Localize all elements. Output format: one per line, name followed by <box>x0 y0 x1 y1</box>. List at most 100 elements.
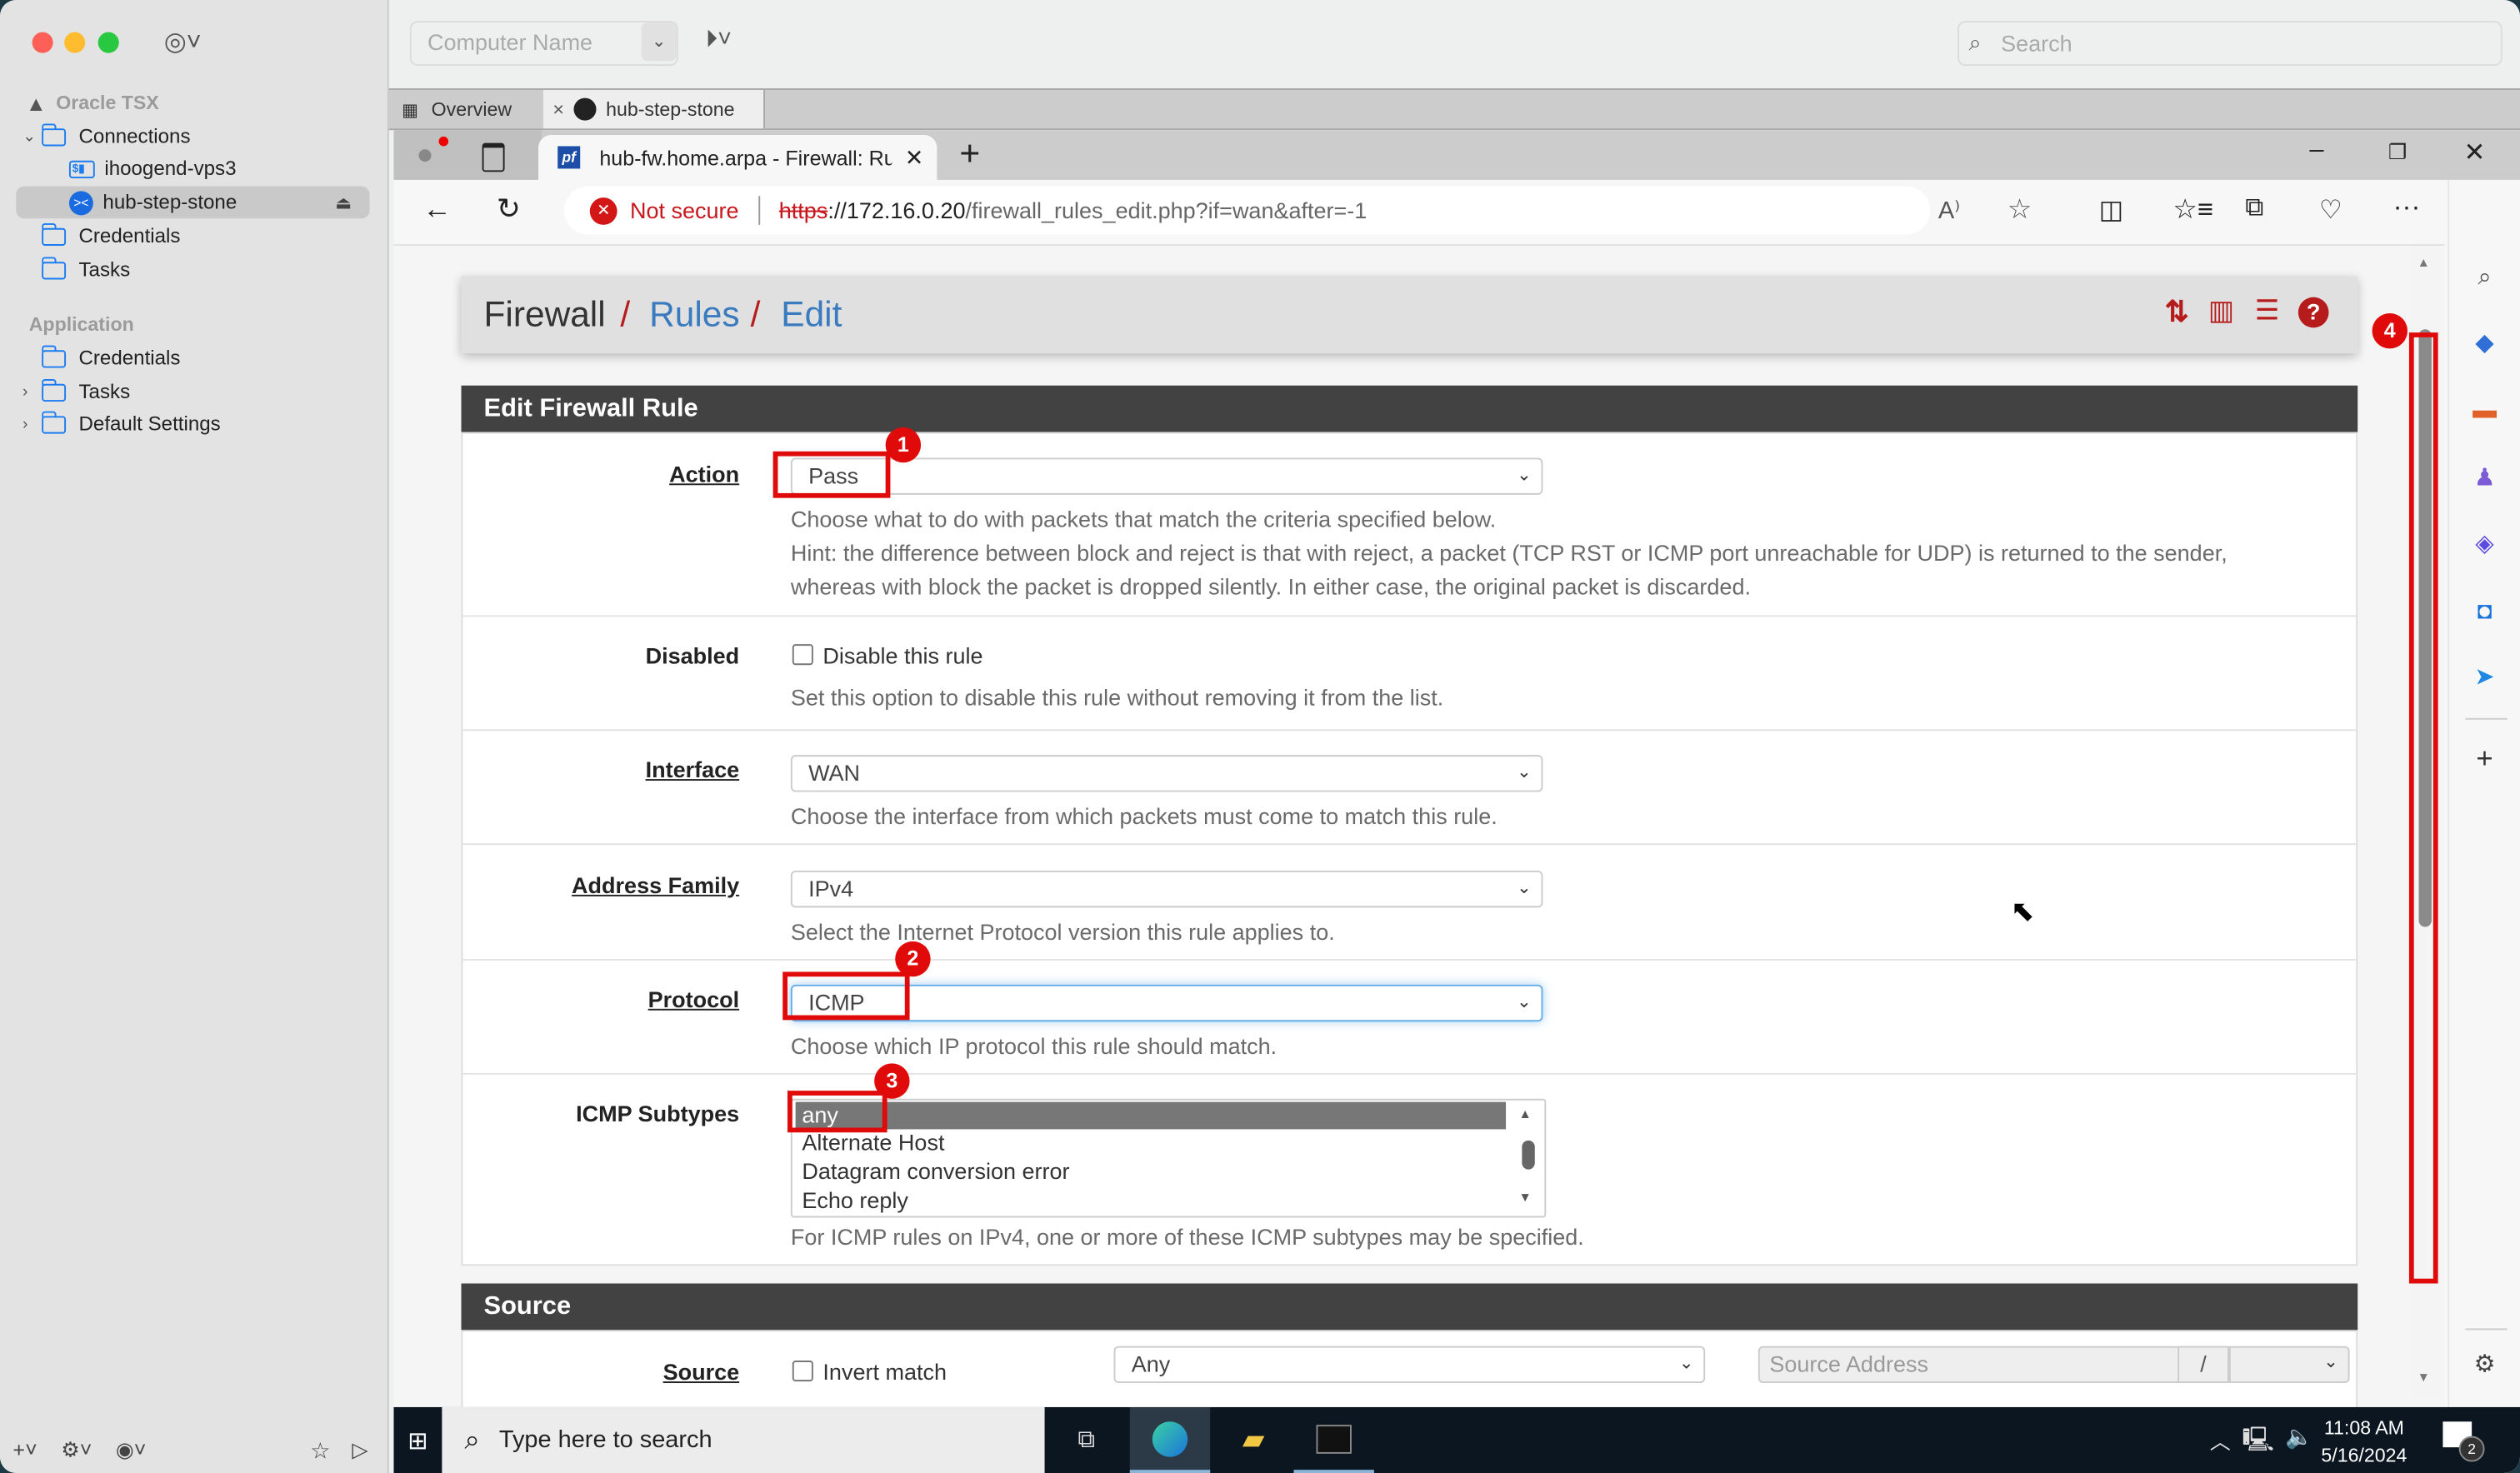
new-tab-button[interactable]: + <box>959 133 980 175</box>
file-explorer-icon[interactable]: ▰ <box>1213 1407 1293 1473</box>
minimize-button[interactable]: – <box>2309 137 2323 166</box>
listbox-scrollbar-thumb[interactable] <box>1522 1140 1535 1170</box>
outlook-icon[interactable]: ◘ <box>2468 596 2501 628</box>
collections-icon[interactable]: ⧉ <box>2245 194 2263 223</box>
source-mask-select[interactable]: ⌄ <box>2228 1346 2350 1384</box>
gear-icon[interactable]: ⚙ <box>2468 1350 2501 1382</box>
volume-muted-icon[interactable]: 🔈 <box>2285 1423 2313 1451</box>
search-icon[interactable]: ⌕ <box>2468 262 2501 294</box>
checkbox[interactable] <box>792 644 813 666</box>
close-window-button[interactable] <box>32 32 53 53</box>
gear-menu-button[interactable]: ⚙˅ <box>61 1438 92 1464</box>
star-icon[interactable]: ☆ <box>310 1438 330 1466</box>
office-icon[interactable]: ◈ <box>2468 528 2501 561</box>
edge-taskbar-icon[interactable] <box>1129 1406 1211 1473</box>
invert-match-checkbox[interactable]: Invert match <box>792 1356 947 1389</box>
back-button[interactable]: ← <box>422 192 452 226</box>
browser-sidebar: ⌕ ◆ ▬ ♟ ◈ ◘ ➤ + ⚙ <box>2448 179 2520 1430</box>
minimize-window-button[interactable] <box>64 32 86 53</box>
send-icon[interactable]: ➤ <box>2468 662 2501 694</box>
close-button[interactable]: ✕ <box>2463 137 2485 169</box>
show-hidden-icons[interactable]: ︿ <box>2210 1425 2231 1456</box>
computer-name-combobox[interactable]: Computer Name ⌄ <box>409 21 678 67</box>
sidebar-item-tasks[interactable]: Tasks <box>41 254 130 287</box>
split-screen-icon[interactable]: ◫ <box>2099 194 2123 227</box>
option-datagram-conversion-error[interactable]: Datagram conversion error <box>802 1158 1069 1184</box>
sliders-icon[interactable]: ⇅ <box>2165 296 2189 329</box>
refresh-button[interactable]: ↻ <box>497 192 521 226</box>
scroll-up-icon[interactable]: ▲ <box>1518 1106 1531 1121</box>
disable-rule-checkbox[interactable]: Disable this rule <box>792 639 983 672</box>
tab-actions-icon[interactable] <box>482 142 505 172</box>
task-view-icon[interactable]: ⧉ <box>1046 1407 1126 1473</box>
zoom-window-button[interactable] <box>98 32 119 53</box>
checkbox-label: Invert match <box>822 1359 947 1385</box>
source-address-input[interactable]: Source Address <box>1758 1346 2180 1384</box>
browser-tab-active[interactable]: pf hub-fw.home.arpa - Firewall: Rul ✕ <box>538 134 938 180</box>
sidebar-item-app-credentials[interactable]: Credentials <box>41 342 181 375</box>
windows-start-button[interactable]: ⊞ <box>393 1407 442 1473</box>
action-select[interactable]: Pass ⌄ <box>790 457 1543 495</box>
sidebar-item-app-tasks[interactable]: › Tasks <box>22 376 130 408</box>
toolbox-icon[interactable]: ▬ <box>2468 395 2501 427</box>
remote-desktop: ● pf hub-fw.home.arpa - Firewall: Rul ✕ … <box>393 130 2520 1473</box>
divider <box>2465 1328 2508 1331</box>
scroll-down-icon[interactable]: ▼ <box>2418 1371 2430 1385</box>
option-echo-reply[interactable]: Echo reply <box>802 1187 908 1213</box>
sync-menu-button[interactable]: ◉˅ <box>116 1438 147 1464</box>
more-menu-icon[interactable]: ··· <box>2393 191 2421 223</box>
read-aloud-icon[interactable]: A⁾ <box>1938 196 1960 225</box>
games-icon[interactable]: ♟ <box>2468 462 2501 495</box>
browser-essentials-icon[interactable]: ♡ <box>2319 194 2342 227</box>
sidebar-item-hub-step-stone[interactable]: >< hub-step-stone ⏏ <box>68 187 358 219</box>
restore-button[interactable]: ❐ <box>2388 140 2407 166</box>
chevron-down-icon[interactable]: ⌄ <box>22 127 42 145</box>
chevron-right-icon[interactable]: › <box>22 415 42 432</box>
terminal-taskbar-icon[interactable] <box>1293 1407 1374 1473</box>
sidebar-item-connections[interactable]: ⌄ Connections <box>22 121 191 153</box>
interface-select[interactable]: WAN ⌄ <box>790 755 1543 792</box>
security-label[interactable]: Not secure <box>630 197 739 223</box>
clock[interactable]: 11:08 AM 5/16/2024 <box>2316 1416 2412 1471</box>
pfsense-favicon: pf <box>558 146 581 169</box>
play-icon[interactable]: ▷ <box>352 1438 368 1464</box>
annotation-badge-2: 2 <box>895 941 931 977</box>
favorite-star-icon[interactable]: ☆ <box>2008 194 2032 227</box>
scroll-up-icon[interactable]: ▲ <box>2418 256 2430 270</box>
chevron-right-icon[interactable]: › <box>22 383 42 401</box>
address-family-select[interactable]: IPv4 ⌄ <box>790 870 1543 908</box>
close-tab-icon[interactable]: × <box>552 98 564 121</box>
add-menu-button[interactable]: +˅ <box>12 1438 37 1462</box>
chart-icon[interactable]: ▥ <box>2208 296 2234 328</box>
sidebar-item-ihoogend-vps3[interactable]: $▮ ihoogend-vps3 <box>68 152 237 185</box>
sidebar-item-label: Credentials <box>78 347 181 370</box>
list-icon[interactable]: ☰ <box>2255 296 2279 328</box>
network-icon[interactable]: 🖳 <box>2242 1423 2274 1463</box>
target-menu-icon[interactable]: ◎˅ <box>164 26 202 58</box>
action-hint-cont: whereas with block the packet is dropped… <box>790 573 1751 600</box>
option-alternate-host[interactable]: Alternate Host <box>802 1129 944 1155</box>
icmp-subtypes-listbox[interactable]: any Alternate Host Datagram conversion e… <box>790 1098 1547 1218</box>
checkbox[interactable] <box>792 1361 813 1382</box>
sidebar-item-credentials[interactable]: Credentials <box>41 220 180 252</box>
shopping-tag-icon[interactable]: ◆ <box>2468 327 2501 360</box>
tab-overview[interactable]: ▦ Overview <box>388 89 545 129</box>
address-bar[interactable]: ✕ Not secure https ://172.16.0.20 /firew… <box>563 186 2032 235</box>
breadcrumb-rules[interactable]: Rules <box>649 294 739 336</box>
eject-icon[interactable]: ⏏ <box>335 192 352 212</box>
help-icon[interactable]: ? <box>2298 297 2329 328</box>
play-menu-button[interactable]: ⏵˅ <box>706 26 732 53</box>
scroll-down-icon[interactable]: ▼ <box>1518 1191 1531 1205</box>
tab-hub-step-stone[interactable]: × hub-step-stone <box>542 89 765 129</box>
add-icon[interactable]: + <box>2468 742 2501 775</box>
sidebar-item-default-settings[interactable]: › Default Settings <box>22 408 221 441</box>
favorites-icon[interactable]: ☆≡ <box>2172 194 2213 227</box>
source-type-select[interactable]: Any ⌄ <box>1113 1346 1706 1384</box>
taskbar-search[interactable]: ⌕ Type here to search <box>442 1406 1045 1473</box>
search-field[interactable]: ⌕ Search <box>1957 21 2502 67</box>
annotation-box-3 <box>787 1091 888 1133</box>
chevron-down-icon[interactable]: ⌄ <box>641 22 677 62</box>
search-placeholder: Search <box>2001 30 2072 57</box>
breadcrumb-edit[interactable]: Edit <box>781 294 842 336</box>
close-tab-icon[interactable]: ✕ <box>905 144 924 172</box>
